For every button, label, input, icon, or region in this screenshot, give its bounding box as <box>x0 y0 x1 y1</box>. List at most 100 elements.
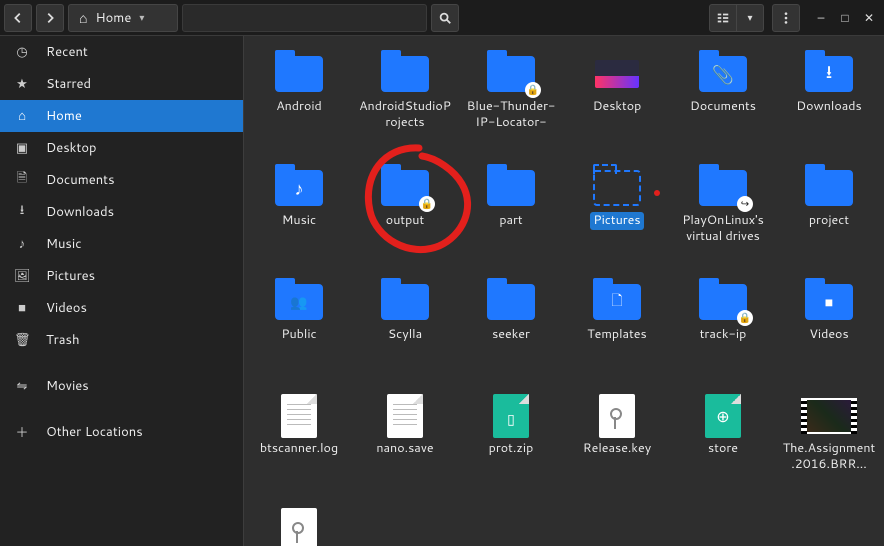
forward-button[interactable] <box>36 4 64 32</box>
key-file-icon <box>275 510 323 546</box>
sidebar-item-label: Music <box>46 235 82 253</box>
file-label: Templates <box>584 326 650 344</box>
recent-icon: ◷ <box>14 43 30 61</box>
sidebar-item-label: Recent <box>46 43 88 61</box>
file-label: track-ip <box>697 326 750 344</box>
folder-playonlinux[interactable]: ↪ PlayOnLinux's virtual drives <box>670 164 776 278</box>
folder-icon: 👥 <box>275 282 323 322</box>
folder-icon: ♪ <box>275 168 323 208</box>
pictures-icon: 🖼 <box>14 267 30 285</box>
folder-icon: 📎 <box>699 54 747 94</box>
movies-icon: ⇋ <box>14 377 30 395</box>
file-label: The.Assignment.2016.BRR... <box>779 440 879 473</box>
sidebar-item-other-locations[interactable]: ＋ Other Locations <box>0 416 243 448</box>
folder-icon <box>275 54 323 94</box>
folder-videos[interactable]: ■ Videos <box>776 278 882 392</box>
folder-desktop[interactable]: Desktop <box>564 50 670 164</box>
downloads-icon: ⭳ <box>14 201 30 223</box>
file-assignment-video[interactable]: The.Assignment.2016.BRR... <box>776 392 882 506</box>
sidebar-item-label: Documents <box>46 171 115 189</box>
folder-icon <box>487 168 535 208</box>
file-btscanner-log[interactable]: btscanner.log <box>246 392 352 506</box>
file-label: AndroidStudioProjects <box>355 98 455 131</box>
music-icon: ♪ <box>275 168 323 208</box>
folder-part[interactable]: part <box>458 164 564 278</box>
folder-android[interactable]: Android <box>246 50 352 164</box>
path-label: Home <box>95 9 131 27</box>
sidebar-item-label: Movies <box>46 377 89 395</box>
folder-project[interactable]: project <box>776 164 882 278</box>
minimize-button[interactable]: – <box>810 7 832 29</box>
maximize-button[interactable]: □ <box>834 7 856 29</box>
sidebar-item-starred[interactable]: ★ Starred <box>0 68 243 100</box>
search-button[interactable] <box>431 4 459 32</box>
folder-scylla[interactable]: Scylla <box>352 278 458 392</box>
sidebar-item-downloads[interactable]: ⭳ Downloads <box>0 196 243 228</box>
web-file-icon: ⊕ <box>699 396 747 436</box>
file-label: part <box>496 212 525 230</box>
plus-icon: ＋ <box>14 422 30 442</box>
close-button[interactable]: ✕ <box>858 7 880 29</box>
file-label: Documents <box>687 98 759 116</box>
documents-icon: 🗎 <box>14 169 30 191</box>
sidebar-item-pictures[interactable]: 🖼 Pictures <box>0 260 243 292</box>
folder-icon: ⭳ <box>805 54 853 94</box>
sidebar-item-label: Desktop <box>46 139 97 157</box>
sidebar-item-recent[interactable]: ◷ Recent <box>0 36 243 68</box>
templates-icon: 🗋 <box>593 282 641 322</box>
file-label: output <box>383 212 427 230</box>
view-mode-chevron[interactable]: ▾ <box>736 4 764 32</box>
toolbar: ⌂ Home ▾ ▾ – □ ✕ <box>0 0 884 36</box>
star-icon: ★ <box>14 75 30 93</box>
sidebar-item-trash[interactable]: 🗑 Trash <box>0 324 243 356</box>
folder-icon <box>381 54 429 94</box>
zipper-icon: ▯ <box>487 402 535 436</box>
file-label: Blue-Thunder-IP-Locator- <box>461 98 561 131</box>
desktop-icon <box>593 54 641 94</box>
folder-track-ip[interactable]: 🔒 track-ip <box>670 278 776 392</box>
sidebar-item-music[interactable]: ♪ Music <box>0 228 243 260</box>
sidebar-item-documents[interactable]: 🗎 Documents <box>0 164 243 196</box>
file-label: nano.save <box>373 440 436 458</box>
file-label: project <box>806 212 852 230</box>
sidebar: ◷ Recent ★ Starred ⌂ Home ▣ Desktop 🗎 Do… <box>0 36 244 546</box>
folder-music[interactable]: ♪ Music <box>246 164 352 278</box>
folder-downloads[interactable]: ⭳ Downloads <box>776 50 882 164</box>
file-label: Downloads <box>793 98 864 116</box>
folder-documents[interactable]: 📎 Documents <box>670 50 776 164</box>
videos-icon: ■ <box>14 299 30 317</box>
folder-icon: 🔒 <box>699 282 747 322</box>
lock-icon: 🔒 <box>737 310 753 326</box>
folder-pictures[interactable]: Pictures <box>564 164 670 278</box>
home-icon: ⌂ <box>79 8 87 28</box>
file-release-key[interactable]: Release.key <box>564 392 670 506</box>
folder-templates[interactable]: 🗋 Templates <box>564 278 670 392</box>
folder-seeker[interactable]: seeker <box>458 278 564 392</box>
file-label: Videos <box>806 326 851 344</box>
sidebar-item-label: Pictures <box>46 267 95 285</box>
path-bar[interactable]: ⌂ Home ▾ <box>68 4 178 32</box>
folder-public[interactable]: 👥 Public <box>246 278 352 392</box>
sidebar-item-movies[interactable]: ⇋ Movies <box>0 370 243 402</box>
file-store[interactable]: ⊕ store <box>670 392 776 506</box>
folder-icon <box>593 168 641 208</box>
sidebar-item-home[interactable]: ⌂ Home <box>0 100 243 132</box>
file-winehq-key[interactable]: winehq.key <box>246 506 352 546</box>
sidebar-item-videos[interactable]: ■ Videos <box>0 292 243 324</box>
hamburger-menu-button[interactable] <box>772 4 800 32</box>
folder-blue-thunder[interactable]: 🔒 Blue-Thunder-IP-Locator- <box>458 50 564 164</box>
file-nano-save[interactable]: nano.save <box>352 392 458 506</box>
file-label: PlayOnLinux's virtual drives <box>673 212 773 245</box>
folder-output[interactable]: 🔒 output <box>352 164 458 278</box>
file-label: store <box>705 440 741 458</box>
view-mode-button[interactable] <box>709 4 737 32</box>
folder-icon: ↪ <box>699 168 747 208</box>
folder-androidstudioprojects[interactable]: AndroidStudioProjects <box>352 50 458 164</box>
main-split: ◷ Recent ★ Starred ⌂ Home ▣ Desktop 🗎 Do… <box>0 36 884 546</box>
file-label: Music <box>279 212 319 230</box>
location-bar[interactable] <box>182 4 427 32</box>
sidebar-item-desktop[interactable]: ▣ Desktop <box>0 132 243 164</box>
sidebar-item-label: Trash <box>46 331 80 349</box>
back-button[interactable] <box>4 4 32 32</box>
file-prot-zip[interactable]: ▯ prot.zip <box>458 392 564 506</box>
